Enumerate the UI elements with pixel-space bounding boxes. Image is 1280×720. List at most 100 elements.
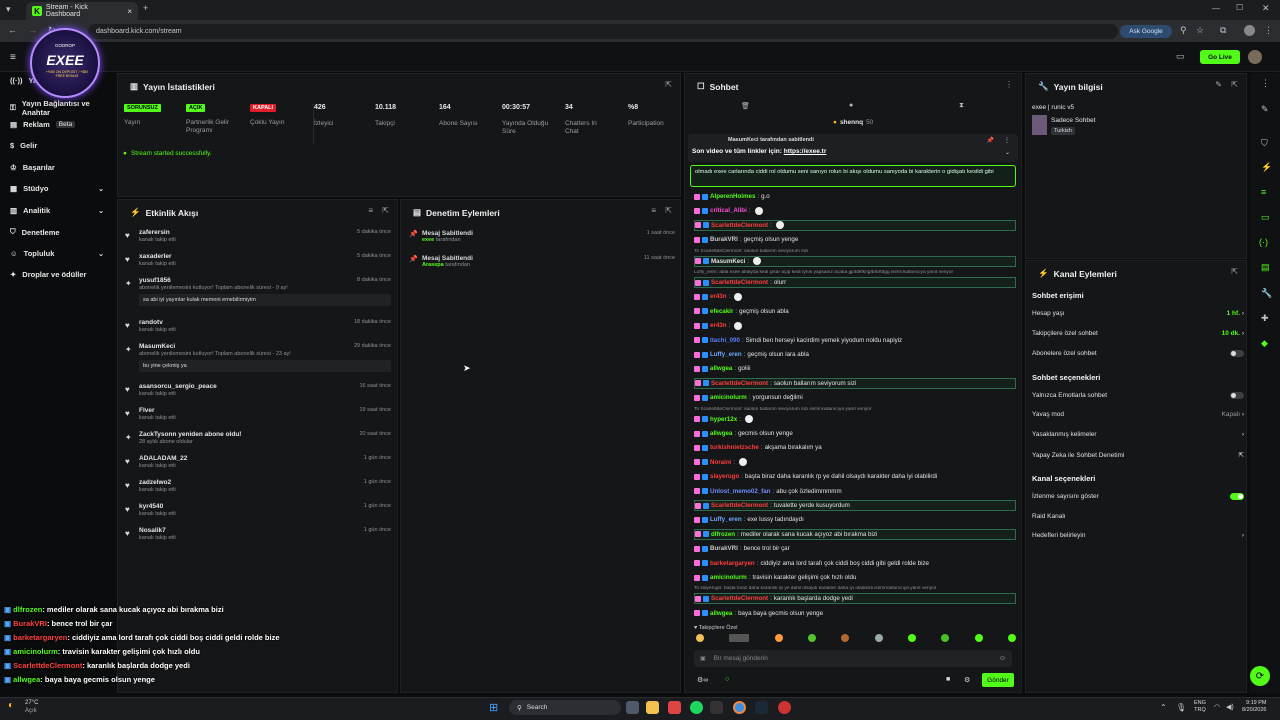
chat-input[interactable]: ▣ Bir mesaj gönderin ☺ bbox=[694, 650, 1012, 667]
chat-message[interactable]: BurakVRI: geçmiş olsun yenge bbox=[694, 234, 1016, 245]
task-view-icon[interactable] bbox=[626, 701, 639, 714]
sidebar-item-drops[interactable]: ✦ Droplar ve ödüller bbox=[10, 270, 110, 279]
popout-icon[interactable]: ⇱ bbox=[665, 206, 672, 215]
chat-message[interactable]: ScarlettdeClermont: karanlık başlarda dod… bbox=[694, 593, 1016, 605]
emote-only-toggle[interactable] bbox=[1230, 392, 1244, 399]
emote-icon[interactable] bbox=[807, 634, 816, 642]
top-gifter[interactable]: ● shennq 50 bbox=[833, 119, 873, 126]
account-age-row[interactable]: Hesap yaşı 1 hf. › bbox=[1032, 310, 1244, 317]
hourglass-icon[interactable]: ⧗ bbox=[959, 102, 964, 110]
maximize-icon[interactable]: ☐ bbox=[1236, 3, 1243, 12]
chat-message[interactable]: allwgea: goliii bbox=[694, 363, 1016, 374]
sidebar-item-analytics[interactable]: ▥ Analitik ⌄ bbox=[10, 206, 110, 215]
subscribers-only-toggle[interactable] bbox=[1230, 350, 1244, 357]
close-tab-icon[interactable]: × bbox=[127, 7, 132, 16]
mod-action-user[interactable]: exee bbox=[422, 237, 434, 243]
chat-username[interactable]: ScarlettdeClermont bbox=[711, 279, 768, 286]
new-tab-button[interactable]: + bbox=[143, 3, 148, 13]
menu-kebab-icon[interactable]: ⋮ bbox=[1264, 25, 1273, 36]
filter-icon[interactable]: ≡ bbox=[651, 206, 656, 215]
activity-name[interactable]: asansorcu_sergio_peace bbox=[139, 383, 391, 390]
emote-icon[interactable] bbox=[974, 634, 983, 642]
banned-words-row[interactable]: Yasaklanmış kelimeler › bbox=[1032, 431, 1244, 438]
broadcast-icon[interactable]: ▭ bbox=[1176, 51, 1185, 62]
ai-moderation-row[interactable]: Yapay Zeka ile Sohbet Denetimi ⇱ bbox=[1032, 451, 1244, 460]
chat-message[interactable]: efecakir: geçmiş olsun abla bbox=[694, 306, 1016, 317]
activity-name[interactable]: ZackTysonn yeniden abone oldu! bbox=[139, 431, 391, 438]
chat-message[interactable]: er43n: bbox=[694, 320, 1016, 331]
windows-start-icon[interactable]: ⊞ bbox=[489, 701, 498, 714]
diamond-icon[interactable]: ◆ bbox=[1261, 338, 1268, 349]
chat-message[interactable]: turkishnietzsche: akşama bırakalım ya bbox=[694, 442, 1016, 453]
chevron-down-icon[interactable]: ⌄ bbox=[1005, 149, 1010, 156]
go-live-button[interactable]: Go Live bbox=[1200, 50, 1240, 64]
pencil-icon[interactable]: ✎ bbox=[1261, 104, 1269, 115]
clock[interactable]: 9:19 PM 8/20/2026 bbox=[1242, 700, 1266, 714]
bookmark-star-icon[interactable]: ☆ bbox=[1196, 25, 1204, 36]
chat-username[interactable]: Noraini bbox=[710, 459, 731, 466]
chat-icon[interactable]: ▭ bbox=[1261, 212, 1270, 223]
list-icon[interactable]: ≡ bbox=[1261, 187, 1266, 197]
mic-icon[interactable]: 🎙 bbox=[1176, 703, 1186, 712]
popout-icon[interactable]: ⇱ bbox=[665, 80, 672, 89]
terminal-icon[interactable] bbox=[710, 701, 723, 714]
activity-name[interactable]: Flver bbox=[139, 407, 391, 414]
activity-name[interactable]: zaferersin bbox=[139, 229, 391, 236]
chat-username[interactable]: amicinolurm bbox=[710, 394, 747, 401]
activity-name[interactable]: zadzelwo2 bbox=[139, 479, 391, 486]
chat-username[interactable]: BurakVRI bbox=[710, 236, 738, 243]
raid-channel-row[interactable]: Raid Kanalı bbox=[1032, 513, 1244, 520]
set-goals-row[interactable]: Hedefleri belirleyin › bbox=[1032, 532, 1244, 539]
tray-chevron-icon[interactable]: ⌃ bbox=[1160, 703, 1167, 712]
wifi-icon[interactable]: ◠ bbox=[1214, 703, 1220, 711]
chat-message[interactable]: MasumKeci: bbox=[694, 255, 1016, 267]
chat-message[interactable]: critical_Alibi: bbox=[694, 205, 1016, 216]
chat-message[interactable]: AlperenHolmes: g.o bbox=[694, 191, 1016, 202]
close-window-icon[interactable]: ✕ bbox=[1262, 3, 1270, 14]
wrench-icon[interactable]: 🔧 bbox=[1261, 288, 1272, 299]
sidebar-item-stream-key[interactable]: ⚿ Yayın Bağlantısı ve Anahtar bbox=[10, 99, 110, 117]
chat-username[interactable]: allwgea bbox=[710, 610, 732, 617]
steam-icon[interactable] bbox=[755, 701, 768, 714]
chat-message[interactable]: allwgea: gecmis olsun yenge bbox=[694, 428, 1016, 439]
chat-bubble-icon[interactable]: ■ bbox=[946, 676, 950, 683]
chat-username[interactable]: Luffy_eren bbox=[710, 351, 742, 358]
activity-name[interactable]: Nosalik7 bbox=[139, 527, 391, 534]
trash-icon[interactable]: 🗑 bbox=[741, 102, 750, 110]
chat-username[interactable]: allwgea bbox=[710, 365, 732, 372]
chat-message[interactable]: amicinolurm: yorgunsun değilmi bbox=[694, 392, 1016, 403]
status-circle-icon[interactable]: ○ bbox=[725, 676, 729, 683]
minimize-icon[interactable]: — bbox=[1212, 4, 1220, 13]
back-icon[interactable]: ← bbox=[8, 25, 17, 35]
puzzle-icon[interactable]: ✚ bbox=[1261, 313, 1269, 324]
browser-tab[interactable]: K Stream - Kick Dashboard × bbox=[26, 2, 138, 20]
chat-message[interactable]: slayerugo: başta biraz daha karanlık rp y… bbox=[694, 471, 1016, 482]
chat-username[interactable]: ltachi_090 bbox=[710, 337, 740, 344]
gear-icon[interactable]: ⚙ bbox=[964, 676, 970, 684]
chat-message[interactable]: dlfrozen: mediler olarak sana kucak açıyo… bbox=[694, 528, 1016, 540]
extensions-icon[interactable]: ⧉ bbox=[1220, 25, 1226, 36]
slow-mode-row[interactable]: Yavaş mod Kapalı › bbox=[1032, 411, 1244, 418]
profile-avatar[interactable] bbox=[1244, 25, 1255, 36]
category-thumbnail[interactable] bbox=[1032, 115, 1047, 135]
activity-name[interactable]: ADALADAM_22 bbox=[139, 455, 391, 462]
chat-message[interactable]: BurakVRI: bence trol bir çar bbox=[694, 543, 1016, 554]
ask-google-button[interactable]: Ask Google bbox=[1120, 25, 1172, 38]
chat-username[interactable]: turkishnietzsche bbox=[710, 444, 759, 451]
chat-bubble-icon[interactable]: ● bbox=[849, 102, 853, 109]
menu-kebab-icon[interactable]: ⋮ bbox=[1261, 78, 1270, 89]
app-icon[interactable] bbox=[668, 701, 681, 714]
followers-only-row[interactable]: Takipçilere özel sohbet 10 dk. › bbox=[1032, 330, 1244, 337]
emote-icon[interactable] bbox=[907, 634, 916, 642]
tab-list-icon[interactable]: ▾ bbox=[6, 4, 11, 15]
chat-message[interactable]: er43n: bbox=[694, 291, 1016, 302]
app-icon[interactable] bbox=[778, 701, 791, 714]
chat-message[interactable]: ScarlettdeClermont: saolun ballarım seviy… bbox=[694, 377, 1016, 389]
chat-username[interactable]: ScarlettdeClermont bbox=[711, 222, 768, 229]
chat-message[interactable]: ScarlettdeClermont: bbox=[694, 219, 1016, 231]
emote-icon[interactable] bbox=[774, 634, 783, 642]
chat-message[interactable]: barketargaryen: ciddiyiz ama lord tarafı … bbox=[694, 558, 1016, 569]
chat-message[interactable]: Luffy_eren: exe lussy tadındaydı bbox=[694, 514, 1016, 525]
chat-username[interactable]: barketargaryen bbox=[710, 560, 755, 567]
language-indicator[interactable]: ENG TRQ bbox=[1194, 700, 1206, 714]
